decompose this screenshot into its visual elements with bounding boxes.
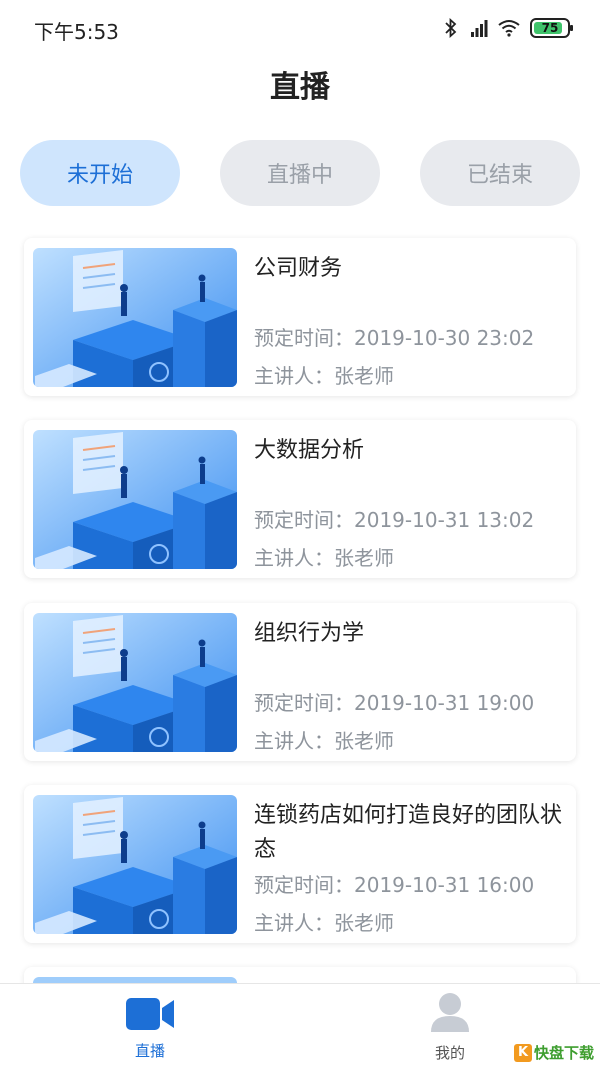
live-screen: 下午5:53 75 直播 未开始 直播中 已结束 公司财务 预定时间：2019-… (0, 0, 600, 1067)
watermark-text: 快盘下载 (533, 1044, 594, 1062)
item-host: 主讲人：张老师 (254, 546, 394, 570)
live-thumbnail (33, 795, 237, 934)
tab-ended[interactable]: 已结束 (420, 140, 580, 206)
live-thumbnail (33, 248, 237, 387)
wifi-icon (498, 20, 520, 37)
nav-live[interactable]: 直播 (0, 984, 300, 1067)
item-title: 大数据分析 (254, 438, 365, 463)
item-title: 连锁药店如何打造良好的团队状态 (254, 803, 563, 862)
status-tabs: 未开始 直播中 已结束 (20, 140, 580, 206)
user-icon (431, 993, 469, 1032)
item-scheduled-time: 预定时间：2019-10-30 23:02 (254, 326, 535, 350)
isometric-illustration-icon (33, 248, 237, 387)
item-scheduled-time: 预定时间：2019-10-31 19:00 (254, 691, 535, 715)
status-bar: 下午5:53 75 (0, 0, 600, 56)
isometric-illustration-icon (33, 613, 237, 752)
item-host: 主讲人：张老师 (254, 364, 394, 388)
item-scheduled-time: 预定时间：2019-10-31 16:00 (254, 873, 535, 897)
watermark-logo: K 快盘下载 (513, 1042, 594, 1063)
item-title: 公司财务 (254, 256, 343, 281)
battery-level: 75 (541, 21, 559, 35)
bottom-navigation: 直播 我的 (0, 983, 600, 1067)
page-title: 直播 (270, 70, 330, 105)
isometric-illustration-icon (33, 795, 237, 934)
tab-live[interactable]: 直播中 (220, 140, 380, 206)
list-item[interactable]: 公司财务 预定时间：2019-10-30 23:02 主讲人：张老师 (24, 238, 576, 396)
bluetooth-icon (445, 18, 457, 38)
battery-icon: 75 (530, 18, 573, 38)
item-title: 组织行为学 (254, 621, 365, 646)
item-host: 主讲人：张老师 (254, 729, 394, 753)
isometric-illustration-icon (33, 430, 237, 569)
item-scheduled-time: 预定时间：2019-10-31 13:02 (254, 508, 535, 532)
list-item[interactable]: 连锁药店如何打造良好的团队状态 预定时间：2019-10-31 16:00 主讲… (24, 785, 576, 943)
watermark-badge: K (513, 1043, 532, 1062)
nav-live-label: 直播 (134, 1042, 165, 1060)
item-host: 主讲人：张老师 (254, 911, 394, 935)
live-thumbnail (33, 430, 237, 569)
status-icons: 75 (442, 18, 573, 38)
status-time: 下午5:53 (34, 20, 119, 44)
video-camera-icon (126, 998, 174, 1030)
list-item[interactable]: 组织行为学 预定时间：2019-10-31 19:00 主讲人：张老师 (24, 603, 576, 761)
tab-not-started[interactable]: 未开始 (20, 140, 180, 206)
signal-icon (471, 20, 488, 37)
list-item[interactable]: 大数据分析 预定时间：2019-10-31 13:02 主讲人：张老师 (24, 420, 576, 578)
live-thumbnail (33, 613, 237, 752)
